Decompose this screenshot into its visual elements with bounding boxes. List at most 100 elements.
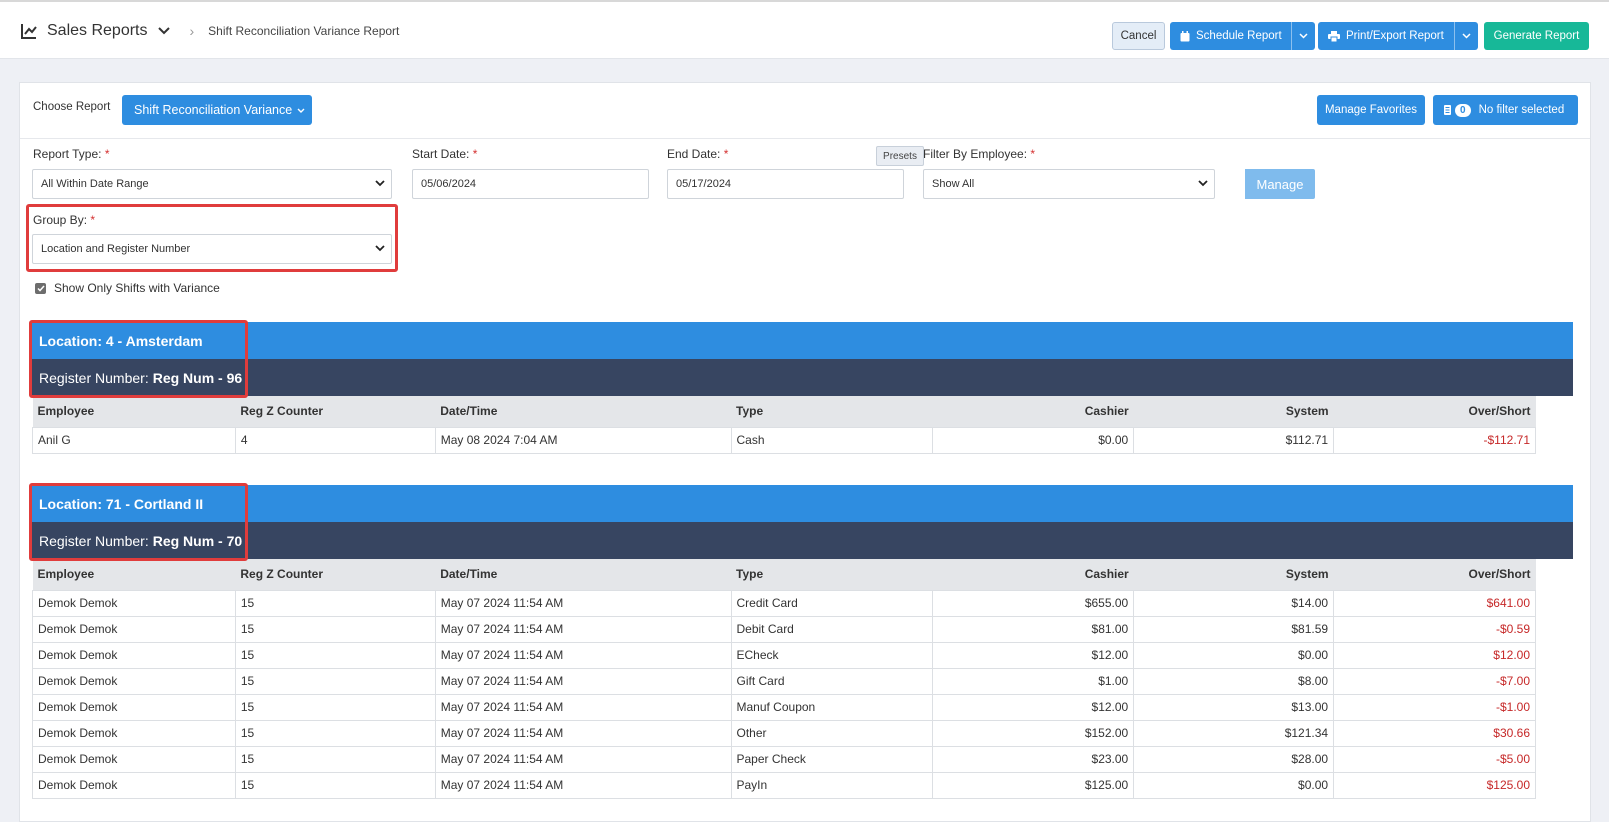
schedule-report-main[interactable]: Schedule Report — [1170, 22, 1291, 50]
column-header[interactable]: Date/Time — [435, 559, 731, 590]
datetime-cell: May 07 2024 11:54 AM — [434, 693, 732, 721]
title-area: Sales Reports › Shift Reconciliation Var… — [20, 2, 399, 59]
column-header[interactable]: Type — [731, 396, 933, 427]
report-type-value: All Within Date Range — [41, 178, 149, 190]
table-row: Demok Demok 15 May 07 2024 11:54 AM Gift… — [32, 667, 1536, 695]
system-cell: $14.00 — [1133, 589, 1335, 617]
column-header[interactable]: Over/Short — [1333, 559, 1536, 590]
calendar-icon — [1180, 30, 1190, 41]
chevron-down-icon — [1462, 33, 1471, 39]
type-cell: Debit Card — [730, 615, 934, 643]
system-cell: $0.00 — [1133, 771, 1335, 799]
table-row: Demok Demok 15 May 07 2024 11:54 AM EChe… — [32, 641, 1536, 669]
choose-report-dropdown[interactable]: Shift Reconciliation Variance — [122, 95, 312, 125]
variance-table: Employee Reg Z Counter Date/Time Type Ca… — [32, 396, 1536, 454]
reg-z-cell: 15 — [234, 771, 436, 799]
table-row: Anil G 4 May 08 2024 7:04 AM Cash $0.00 … — [32, 426, 1536, 454]
schedule-report-dropdown[interactable] — [1291, 22, 1315, 50]
filter-status-label: No filter selected — [1478, 104, 1565, 116]
print-export-button[interactable]: Print/Export Report — [1318, 22, 1478, 50]
system-cell: $13.00 — [1133, 693, 1335, 721]
checkbox-check-icon — [36, 285, 45, 292]
reg-z-cell: 15 — [234, 615, 436, 643]
manage-favorites-button[interactable]: Manage Favorites — [1317, 95, 1425, 125]
type-cell: Other — [730, 719, 934, 747]
toolbar-divider — [20, 138, 1590, 139]
chevron-down-icon — [1299, 33, 1308, 39]
column-header[interactable]: Employee — [32, 396, 236, 427]
app-title[interactable]: Sales Reports — [47, 22, 148, 40]
employee-select[interactable]: Show All — [923, 169, 1215, 199]
presets-button[interactable]: Presets — [876, 146, 924, 166]
group-by-select[interactable]: Location and Register Number — [32, 234, 392, 264]
column-header[interactable]: Over/Short — [1333, 396, 1536, 427]
datetime-cell: May 07 2024 11:54 AM — [434, 589, 732, 617]
employee-value: Show All — [932, 178, 975, 190]
cashier-cell: $1.00 — [932, 667, 1135, 695]
register-header: Register Number: Reg Num - 70 — [32, 522, 1573, 559]
reg-z-cell: 15 — [234, 719, 436, 747]
location-header: Location: 4 - Amsterdam — [32, 322, 1573, 359]
type-cell: Gift Card — [730, 667, 934, 695]
generate-report-button[interactable]: Generate Report — [1484, 22, 1589, 50]
variance-only-toggle[interactable]: Show Only Shifts with Variance — [35, 281, 220, 295]
end-date-input[interactable]: 05/17/2024 — [667, 169, 904, 199]
manage-employees-button[interactable]: Manage — [1245, 169, 1315, 199]
report-type-label: Report Type: * — [33, 147, 110, 161]
cashier-cell: $23.00 — [932, 745, 1135, 773]
table-row: Demok Demok 15 May 07 2024 11:54 AM PayI… — [32, 771, 1536, 799]
chevron-down-icon[interactable] — [157, 26, 170, 36]
employee-cell: Demok Demok — [32, 693, 236, 721]
choose-report-label: Choose Report — [33, 101, 111, 113]
location-highlight — [29, 483, 248, 561]
cancel-button[interactable]: Cancel — [1112, 22, 1165, 50]
group-by-label: Group By: * — [33, 213, 96, 227]
table-row: Demok Demok 15 May 07 2024 11:54 AM Pape… — [32, 745, 1536, 773]
chevron-down-icon — [375, 245, 385, 252]
filter-button[interactable]: 0 No filter selected — [1433, 95, 1578, 125]
report-type-select[interactable]: All Within Date Range — [32, 169, 392, 199]
datetime-cell: May 07 2024 11:54 AM — [434, 641, 732, 669]
chevron-down-icon — [297, 108, 305, 113]
over-short-cell: -$5.00 — [1333, 745, 1536, 773]
start-date-input[interactable]: 05/06/2024 — [412, 169, 649, 199]
reg-z-cell: 15 — [234, 745, 436, 773]
column-header[interactable]: System — [1133, 396, 1334, 427]
column-header[interactable]: Reg Z Counter — [235, 396, 436, 427]
start-date-label: Start Date: * — [412, 147, 478, 161]
type-cell: Paper Check — [730, 745, 934, 773]
location-highlight — [29, 320, 248, 398]
cashier-cell: $655.00 — [932, 589, 1135, 617]
datetime-cell: May 08 2024 7:04 AM — [434, 426, 732, 454]
column-header[interactable]: Reg Z Counter — [235, 559, 436, 590]
datetime-cell: May 07 2024 11:54 AM — [434, 667, 732, 695]
schedule-report-label: Schedule Report — [1196, 30, 1282, 42]
cashier-cell: $0.00 — [932, 426, 1135, 454]
reg-z-cell: 15 — [234, 589, 436, 617]
column-header[interactable]: System — [1133, 559, 1334, 590]
datetime-cell: May 07 2024 11:54 AM — [434, 719, 732, 747]
over-short-cell: $12.00 — [1333, 641, 1536, 669]
type-cell: Manuf Coupon — [730, 693, 934, 721]
system-cell: $28.00 — [1133, 745, 1335, 773]
over-short-cell: $125.00 — [1333, 771, 1536, 799]
location-header: Location: 71 - Cortland II — [32, 485, 1573, 522]
print-export-main[interactable]: Print/Export Report — [1318, 22, 1454, 50]
variance-only-checkbox[interactable] — [35, 282, 46, 294]
table-header-row: Employee Reg Z Counter Date/Time Type Ca… — [32, 559, 1536, 590]
column-header[interactable]: Cashier — [932, 559, 1134, 590]
filter-employee-label: Filter By Employee: * — [923, 147, 1036, 161]
column-header[interactable]: Date/Time — [435, 396, 732, 427]
employee-cell: Demok Demok — [32, 719, 236, 747]
employee-cell: Demok Demok — [32, 771, 236, 799]
print-export-dropdown[interactable] — [1454, 22, 1478, 50]
reg-z-cell: 15 — [234, 693, 436, 721]
reg-z-cell: 4 — [234, 426, 436, 454]
column-header[interactable]: Type — [731, 559, 933, 590]
system-cell: $81.59 — [1133, 615, 1335, 643]
column-header[interactable]: Cashier — [932, 396, 1134, 427]
cashier-cell: $12.00 — [932, 641, 1135, 669]
employee-cell: Anil G — [32, 426, 236, 454]
column-header[interactable]: Employee — [32, 559, 236, 590]
schedule-report-button[interactable]: Schedule Report — [1170, 22, 1315, 50]
